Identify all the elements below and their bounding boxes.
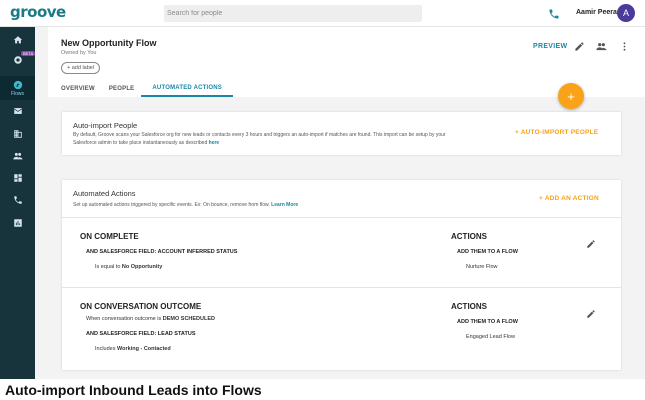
people-icon xyxy=(12,152,23,160)
tab-people[interactable]: PEOPLE xyxy=(102,80,142,97)
actions-heading: ACTIONS xyxy=(451,232,487,241)
auto-import-desc-line-1: By default, Groove scans your Salesforce… xyxy=(73,132,446,138)
mail-icon xyxy=(13,108,22,114)
action-target: Nurture Flow xyxy=(466,264,498,270)
action-type: ADD THEM TO A FLOW xyxy=(457,249,518,255)
people-icon[interactable] xyxy=(596,41,607,52)
rule-condition-value: Working - Contacted xyxy=(117,346,171,352)
auto-import-desc-line-2: Salesforce admin to take place instantan… xyxy=(73,139,208,146)
auto-import-people-button[interactable]: + AUTO-IMPORT PEOPLE xyxy=(515,129,598,136)
learn-more-link[interactable]: Learn More xyxy=(271,202,298,208)
rule-condition-line: AND SALESFORCE FIELD: LEAD STATUS xyxy=(86,331,196,337)
automated-actions-desc-text: Set up automated actions triggered by sp… xyxy=(73,202,270,208)
phone-icon[interactable] xyxy=(548,8,560,20)
search-input[interactable] xyxy=(164,5,422,22)
left-rail: BETA Flows xyxy=(0,27,36,379)
rule-condition-line: AND SALESFORCE FIELD: ACCOUNT INFERRED S… xyxy=(86,249,238,255)
caption: Auto-import Inbound Leads into Flows xyxy=(5,382,262,398)
rule-heading: ON COMPLETE xyxy=(80,232,139,241)
rail-item-mail[interactable] xyxy=(0,101,35,121)
tab-overview[interactable]: OVERVIEW xyxy=(54,80,102,97)
rail-label-flows: Flows xyxy=(10,90,25,97)
automated-actions-title: Automated Actions xyxy=(73,189,136,198)
add-action-button[interactable]: + ADD AN ACTION xyxy=(539,195,599,202)
rule-on-conversation-outcome: ON CONVERSATION OUTCOME When conversatio… xyxy=(62,287,621,370)
action-target: Engaged Lead Flow xyxy=(466,334,515,340)
edit-icon[interactable] xyxy=(574,41,585,52)
tab-bar: OVERVIEW PEOPLE AUTOMATED ACTIONS xyxy=(54,80,234,97)
owner-text: Owned by You xyxy=(61,50,97,56)
actions-heading: ACTIONS xyxy=(451,302,487,311)
rule-condition-value: No Opportunity xyxy=(121,264,163,270)
flows-icon xyxy=(13,80,22,89)
edit-icon[interactable] xyxy=(586,239,596,249)
preview-button[interactable]: PREVIEW xyxy=(533,43,567,50)
rule-when-prefix: When conversation outcome is xyxy=(86,316,162,322)
analytics-icon xyxy=(13,56,22,64)
rail-item-reports[interactable] xyxy=(0,213,35,233)
more-vert-icon[interactable] xyxy=(619,41,630,52)
phone-icon xyxy=(13,196,22,204)
rule-on-complete: ON COMPLETE AND SALESFORCE FIELD: ACCOUN… xyxy=(62,217,621,287)
automated-actions-card: Automated Actions Set up automated actio… xyxy=(62,180,621,370)
rail-item-flows[interactable]: Flows xyxy=(0,76,35,100)
rail-item-accounts[interactable] xyxy=(0,124,35,144)
here-link[interactable]: here xyxy=(209,140,220,146)
add-fab-button[interactable]: + xyxy=(558,83,584,109)
rail-item-dashboard[interactable] xyxy=(0,168,35,188)
auto-import-description: By default, Groove scans your Salesforce… xyxy=(73,132,513,147)
rule-when: When conversation outcome is DEMO SCHEDU… xyxy=(86,316,215,322)
dashboard-icon xyxy=(13,174,22,182)
rail-item-people[interactable] xyxy=(0,146,35,166)
rule-heading: ON CONVERSATION OUTCOME xyxy=(80,302,202,311)
app-window: groove Aamir Peeran A BETA Flows xyxy=(0,0,645,400)
rule-condition-prefix: Includes xyxy=(95,346,116,352)
flow-header: New Opportunity Flow Owned by You + add … xyxy=(48,27,645,97)
rule-condition-prefix: Is equal to xyxy=(95,264,121,270)
auto-import-card: Auto-import People By default, Groove sc… xyxy=(62,112,621,155)
groove-logo[interactable]: groove xyxy=(10,3,66,21)
avatar[interactable]: A xyxy=(617,4,635,22)
auto-import-title: Auto-import People xyxy=(73,121,138,130)
action-type: ADD THEM TO A FLOW xyxy=(457,319,518,325)
rail-item-analytics[interactable]: BETA xyxy=(0,50,36,70)
page-title: New Opportunity Flow xyxy=(61,38,157,48)
rule-condition: Includes Working - Contacted xyxy=(95,346,171,352)
top-bar: groove Aamir Peeran A xyxy=(0,0,645,27)
edit-icon[interactable] xyxy=(586,309,596,319)
rule-condition: Is equal to No Opportunity xyxy=(95,264,162,270)
rule-when-value: DEMO SCHEDULED xyxy=(162,316,216,322)
automated-actions-description: Set up automated actions triggered by sp… xyxy=(73,202,298,210)
rail-item-calls[interactable] xyxy=(0,190,35,210)
user-name[interactable]: Aamir Peeran xyxy=(576,9,621,16)
home-icon xyxy=(13,36,22,44)
chart-icon xyxy=(13,219,22,227)
building-icon xyxy=(13,130,22,138)
tab-automated-actions[interactable]: AUTOMATED ACTIONS xyxy=(141,80,234,97)
beta-badge: BETA xyxy=(21,51,36,56)
rail-item-home[interactable] xyxy=(0,30,35,50)
add-label-button[interactable]: + add label xyxy=(61,62,101,74)
